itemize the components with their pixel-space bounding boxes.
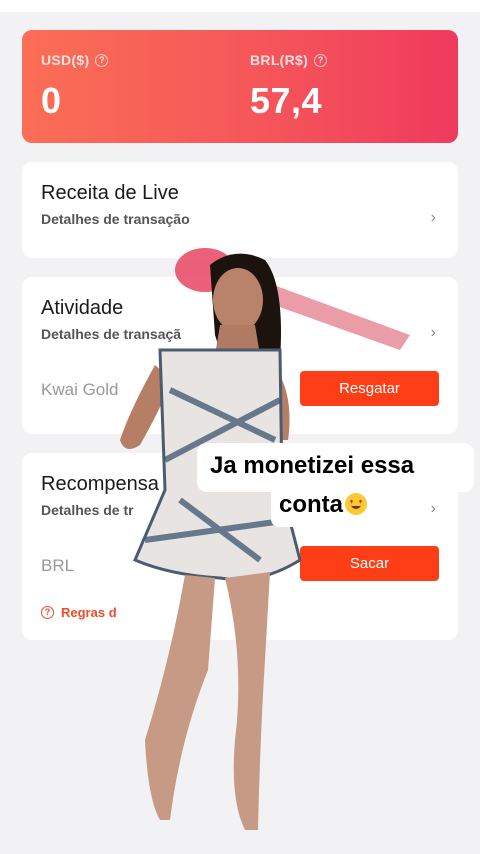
brl-label: BRL(R$) [250, 52, 309, 68]
usd-label: USD($) [41, 52, 90, 68]
caption-line-2: conta [279, 491, 344, 518]
card-title: Receita de Live [41, 182, 179, 204]
brl-balance: BRL(R$) ? 57,4 [250, 52, 328, 122]
help-circle-icon[interactable]: ? [314, 53, 328, 67]
brl-row-label: BRL [41, 556, 75, 575]
status-bar [0, 0, 480, 12]
balance-card: USD($) ? 0 BRL(R$) ? 57,4 [22, 30, 458, 143]
video-caption-bubble-2: conta [271, 485, 397, 527]
kwai-gold-label: Kwai Gold [41, 380, 119, 399]
chevron-right-icon[interactable]: › [431, 324, 436, 342]
left-leg [145, 575, 215, 820]
motion-blur-streak [260, 280, 410, 350]
right-leg [225, 572, 270, 830]
usd-value: 0 [41, 80, 62, 121]
rules-link[interactable]: ? Regras d [41, 605, 117, 620]
help-circle-icon[interactable]: ? [95, 53, 109, 67]
usd-balance: USD($) ? 0 [41, 52, 109, 122]
rules-link-label: Regras d [61, 605, 117, 620]
heart-eyes-emoji-icon [345, 493, 368, 515]
brl-value: 57,4 [250, 80, 323, 121]
help-circle-icon: ? [41, 606, 54, 619]
chevron-right-icon[interactable]: › [431, 209, 436, 227]
caption-line-1: Ja monetizei essa [210, 452, 415, 479]
card-subtitle: Detalhes de transação [41, 211, 190, 227]
chevron-right-icon[interactable]: › [431, 500, 436, 518]
dancing-person-overlay [120, 248, 410, 830]
face [213, 268, 263, 332]
